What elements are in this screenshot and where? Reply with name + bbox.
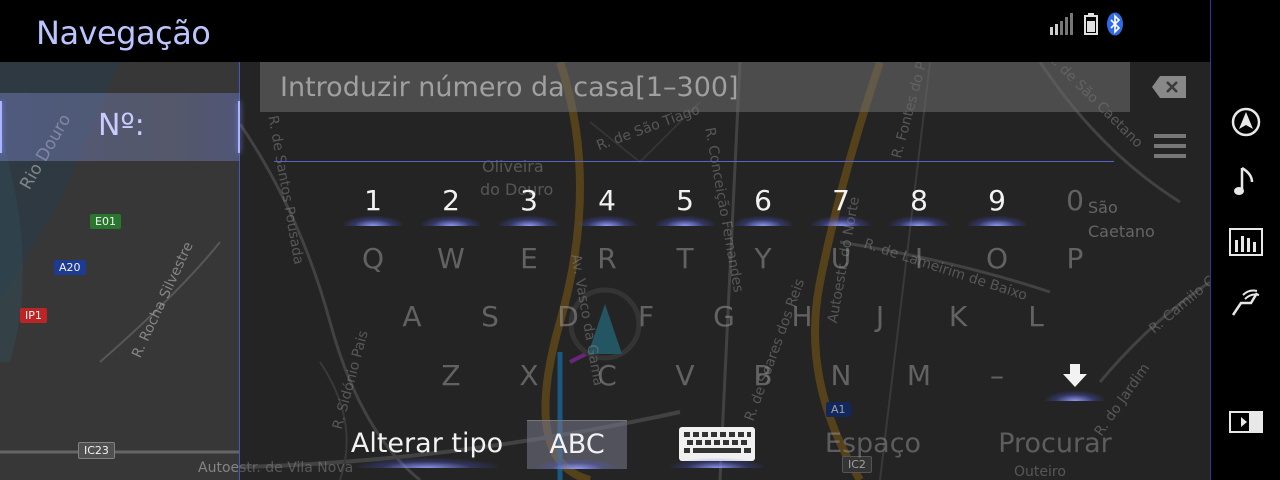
key-r[interactable]: R (572, 236, 642, 282)
key-d[interactable]: D (533, 294, 603, 340)
key-l[interactable]: L (1001, 294, 1071, 340)
key-x[interactable]: X (494, 353, 564, 399)
abc-button[interactable]: ABC (527, 420, 627, 469)
key-b[interactable]: B (728, 353, 798, 399)
screen: Rio Douro R. de Santos Pousada Oliveira … (0, 0, 1280, 480)
split-screen-icon[interactable] (1229, 405, 1263, 439)
key-8[interactable]: 8 (884, 178, 954, 226)
key-i[interactable]: I (884, 236, 954, 282)
right-sidebar (1210, 0, 1280, 480)
list-icon (1154, 134, 1186, 158)
keyboard-layout-button[interactable] (660, 420, 774, 468)
key-c[interactable]: C (572, 353, 642, 399)
key-w[interactable]: W (416, 236, 486, 282)
signal-strength-icon (1050, 13, 1076, 39)
input-underline (274, 161, 1114, 162)
status-icons (1050, 12, 1124, 40)
house-number-label: Nº: (98, 108, 145, 143)
space-button[interactable]: Espaço (808, 420, 938, 468)
battery-icon (1084, 13, 1098, 39)
house-number-input[interactable] (280, 70, 1100, 104)
key-j[interactable]: J (845, 294, 915, 340)
key-o[interactable]: O (962, 236, 1032, 282)
climate-seat-icon[interactable] (1229, 285, 1263, 319)
key-n[interactable]: N (806, 353, 876, 399)
key-dash[interactable]: – (962, 353, 1032, 399)
key-e[interactable]: E (494, 236, 564, 282)
keyboard-icon (679, 427, 755, 461)
key-7[interactable]: 7 (806, 178, 876, 226)
list-button[interactable] (1150, 130, 1190, 162)
key-p[interactable]: P (1040, 236, 1110, 282)
key-3[interactable]: 3 (494, 178, 564, 226)
key-g[interactable]: G (689, 294, 759, 340)
backspace-button[interactable] (1150, 72, 1190, 102)
key-m[interactable]: M (884, 353, 954, 399)
key-1[interactable]: 1 (338, 178, 408, 226)
key-2[interactable]: 2 (416, 178, 486, 226)
search-button[interactable]: Procurar (990, 420, 1120, 468)
bluetooth-icon (1106, 12, 1124, 40)
key-f[interactable]: F (611, 294, 681, 340)
header-bar: Navegação (0, 0, 1210, 62)
arrow-down-icon (1063, 364, 1087, 387)
equalizer-icon[interactable] (1229, 225, 1263, 259)
change-type-button[interactable]: Alterar tipo (346, 420, 508, 468)
key-9[interactable]: 9 (962, 178, 1032, 226)
key-6[interactable]: 6 (728, 178, 798, 226)
key-0[interactable]: 0 (1040, 178, 1110, 224)
music-note-icon[interactable] (1229, 165, 1263, 199)
backspace-icon (1152, 76, 1186, 98)
key-z[interactable]: Z (416, 353, 486, 399)
key-u[interactable]: U (806, 236, 876, 282)
key-4[interactable]: 4 (572, 178, 642, 226)
key-t[interactable]: T (650, 236, 720, 282)
key-a[interactable]: A (377, 294, 447, 340)
hide-keyboard-key[interactable] (1040, 353, 1110, 401)
key-y[interactable]: Y (728, 236, 798, 282)
key-k[interactable]: K (923, 294, 993, 340)
key-v[interactable]: V (650, 353, 720, 399)
key-h[interactable]: H (767, 294, 837, 340)
navigation-icon[interactable] (1229, 105, 1263, 139)
key-s[interactable]: S (455, 294, 525, 340)
page-title: Navegação (36, 14, 211, 52)
key-5[interactable]: 5 (650, 178, 720, 226)
key-q[interactable]: Q (338, 236, 408, 282)
